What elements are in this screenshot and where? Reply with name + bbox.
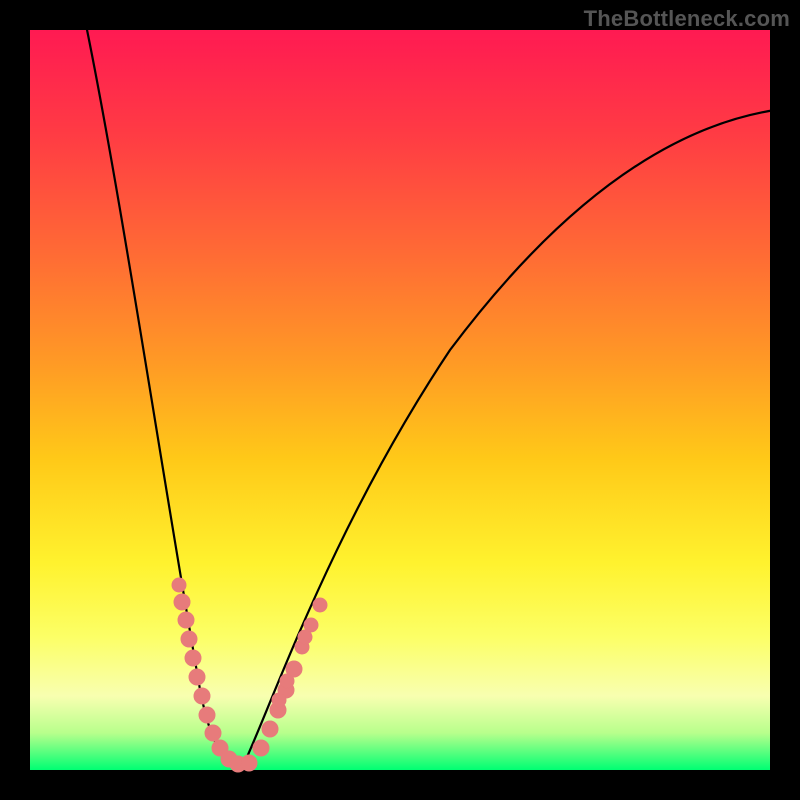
- curve-left: [85, 20, 235, 768]
- watermark-text: TheBottleneck.com: [584, 6, 790, 32]
- markers-right: [253, 598, 327, 756]
- plot-area: [30, 30, 770, 770]
- chart-frame: TheBottleneck.com: [0, 0, 800, 800]
- curve-layer: [30, 30, 770, 770]
- markers-left: [172, 578, 257, 772]
- curve-right: [242, 110, 775, 768]
